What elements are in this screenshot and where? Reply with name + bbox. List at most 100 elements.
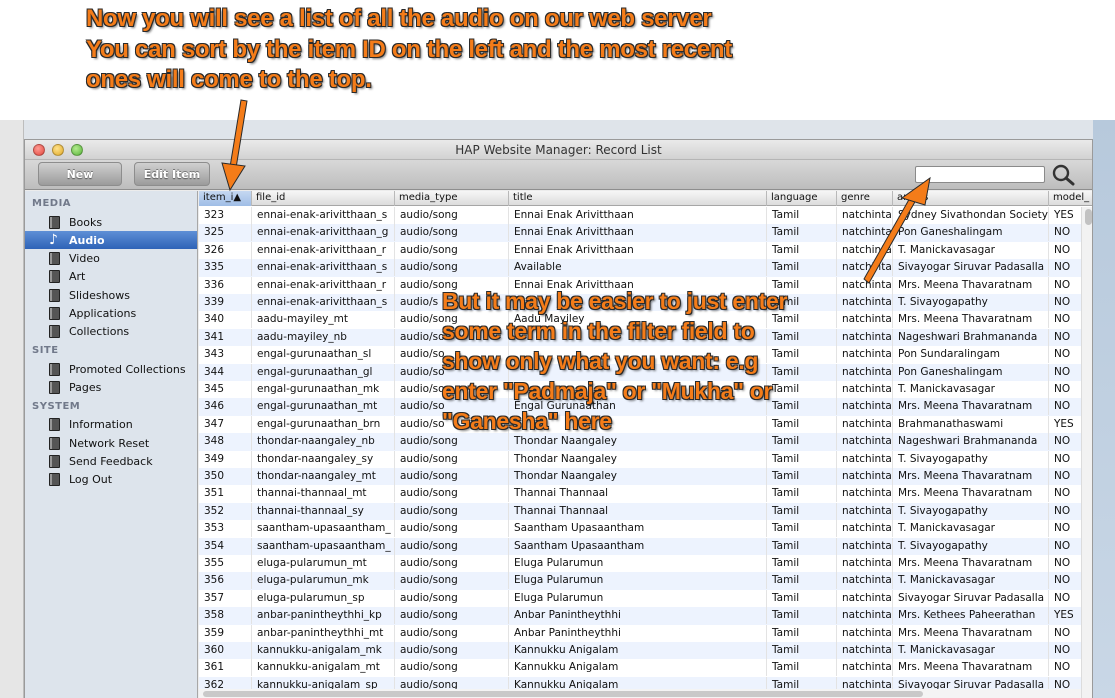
table-cell: 343 [199,346,252,364]
table-cell: natchinta [837,363,893,381]
table-cell: natchinta [837,294,893,311]
desktop-edge [1093,120,1115,698]
table-cell: Sivayogar Siruvar Padasalla [893,589,1049,607]
sidebar-item-pages[interactable]: Pages [25,378,197,396]
table-row[interactable]: 355 eluga-pularumun_mt audio/song Eluga Pul… [199,555,1092,572]
table-cell: 361 [199,659,252,677]
sidebar-item-applications[interactable]: Applications [25,305,197,323]
new-button[interactable]: New [38,162,122,186]
table-cell: audio/song [395,589,509,607]
applications-icon [49,307,60,320]
table-cell: Tamil [767,555,837,572]
table-cell: Tamil [767,241,837,259]
table-cell: engal-gurunaathan_mt [252,398,395,416]
search-icon[interactable] [1051,164,1077,186]
column-header-file-id[interactable]: file_id [252,191,395,206]
table-cell: natchinta [837,224,893,242]
table-row[interactable]: 352 thannai-thannaal_sy audio/song Thannai … [199,502,1092,521]
annotation-top-line: ones will come to the top. [86,66,372,93]
table-cell: T. Manickavasagar [893,572,1049,590]
column-header-language[interactable]: language [767,191,837,206]
table-cell: anbar-panintheythhi_kp [252,607,395,625]
table-cell: Mrs. Meena Thavaratnam [893,659,1049,677]
window-titlebar[interactable]: HAP Website Manager: Record List [25,140,1092,160]
table-row[interactable]: 360 kannukku-anigalam_mk audio/song Kannukk… [199,642,1092,660]
table-cell: eluga-pularumun_sp [252,589,395,607]
table-cell: natchinta [837,276,893,294]
column-header-media-type[interactable]: media_type [395,191,509,206]
table-cell: Pon Ganeshalingam [893,363,1049,381]
table-cell: Sydney Sivathondan Society [893,207,1049,224]
table-row[interactable]: 325 ennai-enak-arivitthaan_g audio/song Enn… [199,224,1092,242]
annotation-middle-line: enter "Padmaja" or "Mukha" or [442,378,773,404]
table-cell: audio/song [395,555,509,572]
column-header-item-i[interactable]: item_i▲ [199,191,252,206]
filter-search-input[interactable] [915,166,1045,183]
table-row[interactable]: 358 anbar-panintheythhi_kp audio/song Anbar… [199,607,1092,625]
table-cell: Brahmanathaswami [893,415,1049,433]
sidebar-item-audio[interactable]: ♪ Audio [25,231,197,250]
table-cell: kannukku-anigalam_mt [252,659,395,677]
table-cell: 348 [199,433,252,451]
sidebar-item-art[interactable]: Art [25,268,197,286]
column-header-title[interactable]: title [509,191,767,206]
sidebar-item-log-out[interactable]: Log Out [25,471,197,489]
annotation-middle: But it may be easier to just enter some … [442,286,787,436]
table-row[interactable]: 335 ennai-enak-arivitthaan_s audio/song Ava… [199,259,1092,277]
sidebar-item-books[interactable]: Books [25,213,197,231]
annotation-top-line: Now you will see a list of all the audio… [86,5,712,32]
table-cell: Mrs. Meena Thavaratnam [893,555,1049,572]
table-row[interactable]: 353 saantham-upasaantham_ audio/song Saanth… [199,520,1092,538]
record-table: item_i▲ file_id media_type title language gen… [199,191,1092,698]
table-cell: natchinta [837,259,893,277]
sidebar-item-promoted-collections[interactable]: Promoted Collections [25,360,197,378]
annotation-middle-line: show only what you want: e.g [442,348,759,374]
table-cell: audio/song [395,207,509,224]
table-cell: T. Sivayogapathy [893,294,1049,311]
table-cell: Tamil [767,450,837,468]
sidebar-item-network-reset[interactable]: Network Reset [25,434,197,452]
sidebar-item-information[interactable]: Information [25,416,197,434]
table-row[interactable]: 357 eluga-pularumun_sp audio/song Eluga Pul… [199,589,1092,607]
table-cell: Tamil [767,502,837,520]
sidebar-item-label: Audio [69,233,105,247]
table-cell: 341 [199,328,252,346]
table-cell: Tamil [767,224,837,242]
table-row[interactable]: 350 thondar-naangaley_mt audio/song Thondar… [199,468,1092,486]
table-row[interactable]: 351 thannai-thannaal_mt audio/song Thannai … [199,485,1092,503]
vertical-scrollbar[interactable] [1081,207,1092,698]
table-cell: 360 [199,642,252,659]
edit-item-button[interactable]: Edit Item [134,162,210,186]
table-row[interactable]: 361 kannukku-anigalam_mt audio/song Kannukk… [199,659,1092,677]
table-cell: eluga-pularumun_mk [252,572,395,590]
table-row[interactable]: 326 ennai-enak-arivitthaan_r audio/song Enn… [199,241,1092,259]
table-row[interactable]: 356 eluga-pularumun_mk audio/song Eluga Pul… [199,572,1092,590]
screenshot-root: HAP Website Manager: Record List New Edi… [0,0,1115,698]
column-header-artists[interactable]: artists [893,191,1049,206]
table-cell: natchinta [837,398,893,416]
table-row[interactable]: 359 anbar-panintheythhi_mt audio/song Anbar… [199,624,1092,642]
sidebar-item-collections[interactable]: Collections [25,323,197,341]
table-row[interactable]: 349 thondar-naangaley_sy audio/song Thondar… [199,450,1092,468]
table-cell: T. Manickavasagar [893,241,1049,259]
table-cell: Nageshwari Brahmananda [893,328,1049,346]
table-row[interactable]: 323 ennai-enak-arivitthaan_s audio/song Enn… [199,207,1092,224]
table-cell: audio/song [395,642,509,659]
table-cell: T. Sivayogapathy [893,537,1049,555]
table-cell: audio/song [395,607,509,625]
table-cell: Sivayogar Siruvar Padasalla [893,259,1049,277]
horizontal-scroll-thumb[interactable] [203,691,923,697]
table-cell: natchinta [837,381,893,398]
film-icon [49,252,60,266]
horizontal-scrollbar[interactable] [199,689,1081,698]
sidebar-item-slideshows[interactable]: Slideshows [25,286,197,304]
table-cell: Mrs. Meena Thavaratnam [893,468,1049,485]
vertical-scroll-thumb[interactable] [1085,209,1092,225]
table-row[interactable]: 354 saantham-upasaantham_ audio/song Saanth… [199,537,1092,555]
column-header-genre[interactable]: genre [837,191,893,206]
column-header-model[interactable]: model_ [1049,191,1092,206]
sidebar-item-send-feedback[interactable]: Send Feedback [25,452,197,470]
sidebar-item-label: Art [69,270,86,284]
table-cell: audio/song [395,520,509,538]
sidebar-item-video[interactable]: Video [25,250,197,268]
